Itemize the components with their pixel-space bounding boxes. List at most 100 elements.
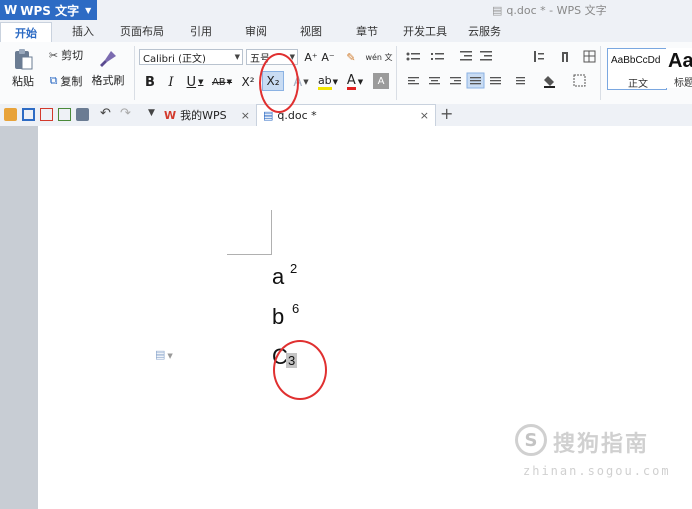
doc-tab-label: 我的WPS: [180, 109, 227, 122]
app-menu-button[interactable]: W WPS 文字 ▼: [0, 0, 97, 20]
new-tab-button[interactable]: +: [440, 104, 453, 123]
highlighter-icon: ab: [317, 74, 332, 90]
font-color-icon: A: [346, 73, 356, 90]
style-heading-1[interactable]: Aa 标题: [666, 48, 692, 88]
font-family-select[interactable]: Calibri (正文) ▼: [139, 49, 243, 65]
tab-insert[interactable]: 插入: [72, 23, 94, 39]
text-effect-icon: A: [293, 74, 303, 90]
distributed-icon[interactable]: [490, 77, 501, 85]
tab-references[interactable]: 引用: [190, 23, 212, 39]
chevron-down-icon: ▼: [332, 78, 339, 86]
text-effect-button[interactable]: A ▼: [290, 73, 312, 91]
chevron-down-icon: ▼: [303, 78, 309, 86]
wps-logo-icon: W: [4, 3, 18, 17]
line-spacing-icon[interactable]: [516, 77, 525, 85]
justify-icon[interactable]: [470, 77, 481, 85]
export-pdf-icon[interactable]: [40, 108, 53, 121]
ribbon-divider: [134, 46, 135, 100]
window-title: ▤ q.doc * - WPS 文字: [492, 4, 607, 17]
undo-icon[interactable]: ↶: [100, 106, 111, 121]
phonetic-guide-button[interactable]: wén 文: [365, 47, 393, 67]
close-icon[interactable]: ×: [420, 109, 429, 122]
shrink-font-button[interactable]: A⁻: [320, 48, 336, 66]
align-center-icon[interactable]: [429, 77, 440, 85]
bold-button[interactable]: B: [142, 73, 158, 91]
doc-tab-q-doc[interactable]: ▤ q.doc * ×: [256, 104, 436, 126]
chevron-down-icon: ▼: [226, 78, 233, 86]
tab-review[interactable]: 审阅: [245, 23, 267, 39]
tab-page-layout[interactable]: 页面布局: [120, 23, 164, 39]
clear-format-icon[interactable]: ✎: [342, 48, 360, 66]
customize-toolbar-icon[interactable]: ▼: [148, 108, 155, 118]
numbered-list-icon[interactable]: [431, 53, 444, 60]
chevron-down-icon: ▼: [289, 53, 295, 61]
tab-view[interactable]: 视图: [300, 23, 322, 39]
print-icon[interactable]: [76, 108, 89, 121]
style-heading-label: 标题: [674, 78, 692, 88]
cut-button[interactable]: ✂ 剪切: [44, 46, 88, 64]
chevron-down-icon: ▼: [85, 5, 92, 15]
ribbon-divider: [600, 46, 601, 100]
format-painter-label: 格式刷: [91, 74, 125, 87]
copy-button[interactable]: ⧉ 复制: [44, 72, 88, 90]
line-base[interactable]: a: [272, 264, 284, 290]
shading-icon[interactable]: [544, 76, 555, 88]
wps-logo-icon: W: [164, 108, 177, 122]
doc-tab-label: q.doc *: [277, 109, 317, 122]
align-left-icon[interactable]: [408, 77, 419, 85]
strikethrough-button[interactable]: AB ▼: [210, 73, 234, 91]
font-family-value: Calibri (正文): [143, 53, 206, 65]
ribbon-divider: [396, 46, 397, 100]
document-icon: ▤: [492, 4, 503, 17]
close-icon[interactable]: ×: [241, 109, 250, 122]
style-normal-label: 正文: [628, 79, 648, 90]
doc-tab-my-wps[interactable]: W 我的WPS ×: [164, 105, 256, 125]
underline-label: U: [186, 74, 197, 90]
show-marks-icon[interactable]: [562, 52, 568, 62]
paintbrush-icon: [100, 51, 116, 67]
subscript-text[interactable]: 3: [286, 353, 298, 368]
print-preview-icon[interactable]: [58, 108, 71, 121]
italic-button[interactable]: I: [163, 73, 179, 91]
open-folder-icon[interactable]: [4, 108, 17, 121]
highlight-button[interactable]: ab ▼: [315, 73, 341, 91]
font-size-select[interactable]: 五号 ▼: [246, 49, 298, 65]
tab-cloud[interactable]: 云服务: [468, 23, 501, 39]
redo-icon[interactable]: ↷: [120, 106, 131, 121]
format-painter-button[interactable]: 格式刷: [90, 46, 126, 90]
bullet-list-icon[interactable]: [406, 52, 421, 61]
save-icon[interactable]: [22, 108, 35, 121]
align-right-icon[interactable]: [450, 77, 461, 85]
sogou-logo-icon: S: [515, 424, 547, 456]
font-color-button[interactable]: A ▼: [343, 73, 367, 91]
decrease-indent-icon[interactable]: [460, 51, 472, 61]
grow-font-button[interactable]: A⁺: [303, 48, 319, 66]
tab-home[interactable]: 开始: [0, 22, 52, 42]
table-grid-icon[interactable]: [583, 50, 596, 63]
app-menu-label: WPS 文字: [20, 3, 80, 18]
character-shading-button[interactable]: A: [373, 73, 389, 89]
paste-button[interactable]: 粘贴: [6, 46, 40, 90]
paste-label: 粘贴: [12, 75, 34, 88]
tab-developer[interactable]: 开发工具: [403, 23, 447, 39]
cut-label: 剪切: [61, 49, 84, 62]
line-base[interactable]: b: [272, 304, 284, 330]
style-normal[interactable]: AaBbCcDd 正文: [607, 48, 667, 90]
superscript-button[interactable]: X²: [238, 73, 258, 91]
superscript-text[interactable]: 6: [292, 301, 299, 316]
chevron-down-icon: ▼: [234, 53, 240, 61]
document-icon: ▤: [263, 109, 274, 122]
superscript-text[interactable]: 2: [290, 261, 297, 276]
clipboard-icon: [15, 49, 33, 70]
sort-icon[interactable]: [534, 51, 544, 62]
increase-indent-icon[interactable]: [480, 51, 492, 61]
subscript-button[interactable]: X₂: [262, 71, 284, 91]
underline-button[interactable]: U ▼: [184, 73, 206, 91]
watermark-url: zhinan.sogou.com: [523, 464, 671, 478]
borders-icon[interactable]: [573, 74, 586, 87]
scissors-icon: ✂: [48, 48, 59, 62]
tab-section[interactable]: 章节: [356, 23, 378, 39]
ribbon-tab-bar: [0, 20, 692, 43]
chevron-down-icon: ▼: [198, 78, 204, 86]
paste-options-icon[interactable]: ▤ ▼: [155, 348, 173, 361]
